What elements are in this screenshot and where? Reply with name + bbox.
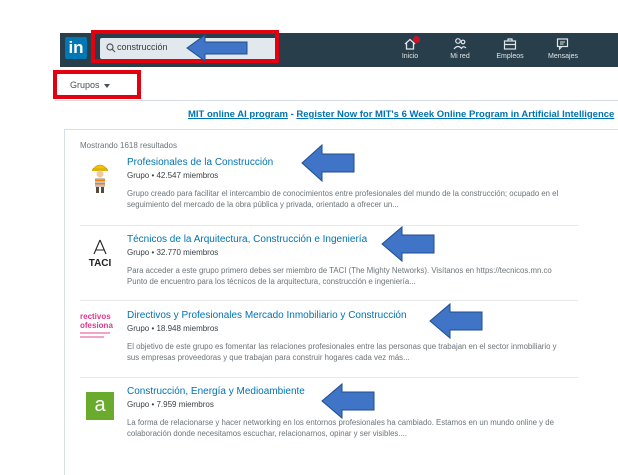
result-separator — [80, 225, 578, 226]
group-meta: Grupo • 18.948 miembros — [127, 324, 219, 333]
annotation-arrow-icon — [186, 34, 248, 62]
annotation-arrow-icon — [381, 225, 435, 263]
network-icon — [453, 38, 467, 50]
annotation-arrow-icon — [429, 302, 483, 340]
result-separator — [80, 300, 578, 301]
group-meta: Grupo • 7.959 miembros — [127, 400, 214, 409]
nav-jobs-label: Empleos — [496, 53, 524, 60]
group-thumbnail[interactable]: TACI — [80, 234, 120, 274]
ad-banner: MIT online AI program - Register Now for… — [188, 109, 618, 120]
thumb-small-text — [80, 332, 110, 334]
nav-network[interactable]: Mi red — [435, 36, 485, 66]
thumb-line-2: ofesiona — [80, 321, 113, 330]
green-a-logo: a — [86, 392, 114, 420]
linkedin-logo[interactable]: in — [65, 37, 87, 59]
briefcase-icon — [503, 38, 517, 50]
annotation-arrow-icon — [301, 143, 355, 183]
divider — [55, 100, 618, 101]
nav-network-label: Mi red — [450, 53, 470, 60]
nav-home[interactable]: Inicio — [385, 36, 435, 66]
group-thumbnail[interactable] — [80, 157, 120, 197]
result-separator — [80, 377, 578, 378]
nav-home-label: Inicio — [401, 53, 419, 60]
nav-messaging[interactable]: Mensajes — [538, 36, 588, 66]
messaging-icon — [556, 38, 569, 51]
group-meta: Grupo • 32.770 miembros — [127, 248, 219, 257]
group-title-link[interactable]: Directivos y Profesionales Mercado Inmob… — [127, 310, 407, 321]
annotation-box-filter — [53, 70, 141, 99]
thumb-small-text — [80, 336, 104, 338]
notification-badge — [413, 36, 420, 43]
thumb-line-1: rectivos — [80, 312, 111, 321]
group-description: La forma de relacionarse y hacer network… — [127, 418, 554, 438]
construction-worker-icon — [92, 164, 108, 193]
group-title-link[interactable]: Técnicos de la Arquitectura, Construcció… — [127, 234, 367, 245]
taci-logo-icon: TACI — [89, 239, 112, 269]
group-meta: Grupo • 42.547 miembros — [127, 171, 219, 180]
results-count: Mostrando 1618 resultados — [80, 141, 177, 150]
group-description: Para acceder a este grupo primero debes … — [127, 266, 552, 286]
group-thumbnail[interactable]: rectivos ofesiona — [80, 310, 120, 350]
nav-jobs[interactable]: Empleos — [485, 36, 535, 66]
ad-link[interactable]: MIT online AI program — [188, 109, 288, 120]
annotation-arrow-icon — [321, 382, 375, 420]
group-description: El objetivo de este grupo es fomentar la… — [127, 342, 557, 362]
group-title-link[interactable]: Construcción, Energía y Medioambiente — [127, 386, 305, 397]
group-description: Grupo creado para facilitar el intercamb… — [127, 189, 559, 209]
ad-text[interactable]: Register Now for MIT's 6 Week Online Pro… — [296, 109, 614, 120]
green-a-logo-text: a — [94, 394, 106, 416]
taci-logo-text: TACI — [89, 258, 112, 269]
group-thumbnail[interactable]: a — [80, 386, 120, 426]
page: in construcción Inicio Mi red Empleos Me… — [0, 0, 618, 475]
nav-messaging-label: Mensajes — [548, 53, 578, 60]
group-title-link[interactable]: Profesionales de la Construcción — [127, 157, 273, 168]
